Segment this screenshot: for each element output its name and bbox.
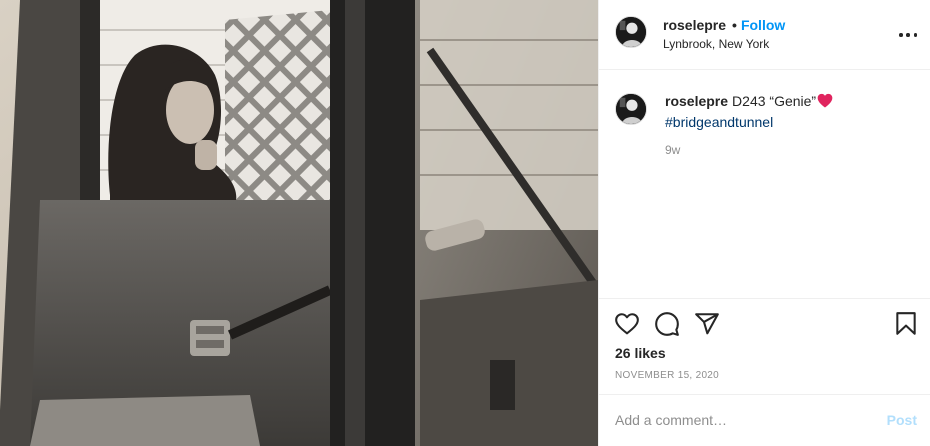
hashtag-link[interactable]: #bridgeandtunnel — [665, 113, 905, 132]
more-dot — [906, 33, 910, 37]
red-heart-emoji-icon — [817, 93, 833, 113]
post-image-artwork — [0, 0, 598, 446]
caption-text: D243 “Genie” — [732, 93, 817, 109]
comment-input[interactable] — [615, 409, 865, 431]
post-photo[interactable] — [0, 0, 598, 446]
caption-username[interactable]: roselepre — [665, 93, 728, 109]
post-comment-button[interactable]: Post — [887, 412, 917, 428]
heart-icon[interactable] — [614, 311, 640, 337]
post-header: roselepre • Follow Lynbrook, New York — [599, 0, 930, 70]
likes-count[interactable]: 26 likes — [615, 345, 666, 361]
separator-dot: • — [732, 17, 737, 33]
paper-plane-icon[interactable] — [694, 311, 720, 337]
more-dot — [899, 33, 903, 37]
caption-time[interactable]: 9w — [665, 143, 680, 157]
location-link[interactable]: Lynbrook, New York — [663, 37, 769, 51]
avatar-image — [616, 94, 646, 124]
post-date: NOVEMBER 15, 2020 — [615, 370, 720, 381]
username-line: roselepre • Follow — [663, 16, 785, 34]
more-options-icon[interactable] — [899, 26, 917, 44]
bookmark-icon[interactable] — [893, 311, 919, 337]
comment-form: Post — [599, 394, 930, 446]
comment-bubble-icon[interactable] — [654, 311, 680, 337]
avatar[interactable] — [615, 16, 647, 48]
post-details-panel: roselepre • Follow Lynbrook, New York rose… — [598, 0, 930, 446]
comments-section: roselepre D243 “Genie” #bridgeandtunnel 9… — [599, 70, 930, 298]
caption-avatar[interactable] — [615, 93, 647, 125]
follow-button[interactable]: Follow — [741, 17, 785, 33]
more-dot — [913, 33, 917, 37]
avatar-image — [616, 17, 646, 47]
action-bar: 26 likes NOVEMBER 15, 2020 — [599, 298, 930, 394]
caption: roselepre D243 “Genie” #bridgeandtunnel — [665, 92, 905, 132]
username-link[interactable]: roselepre — [663, 17, 726, 33]
